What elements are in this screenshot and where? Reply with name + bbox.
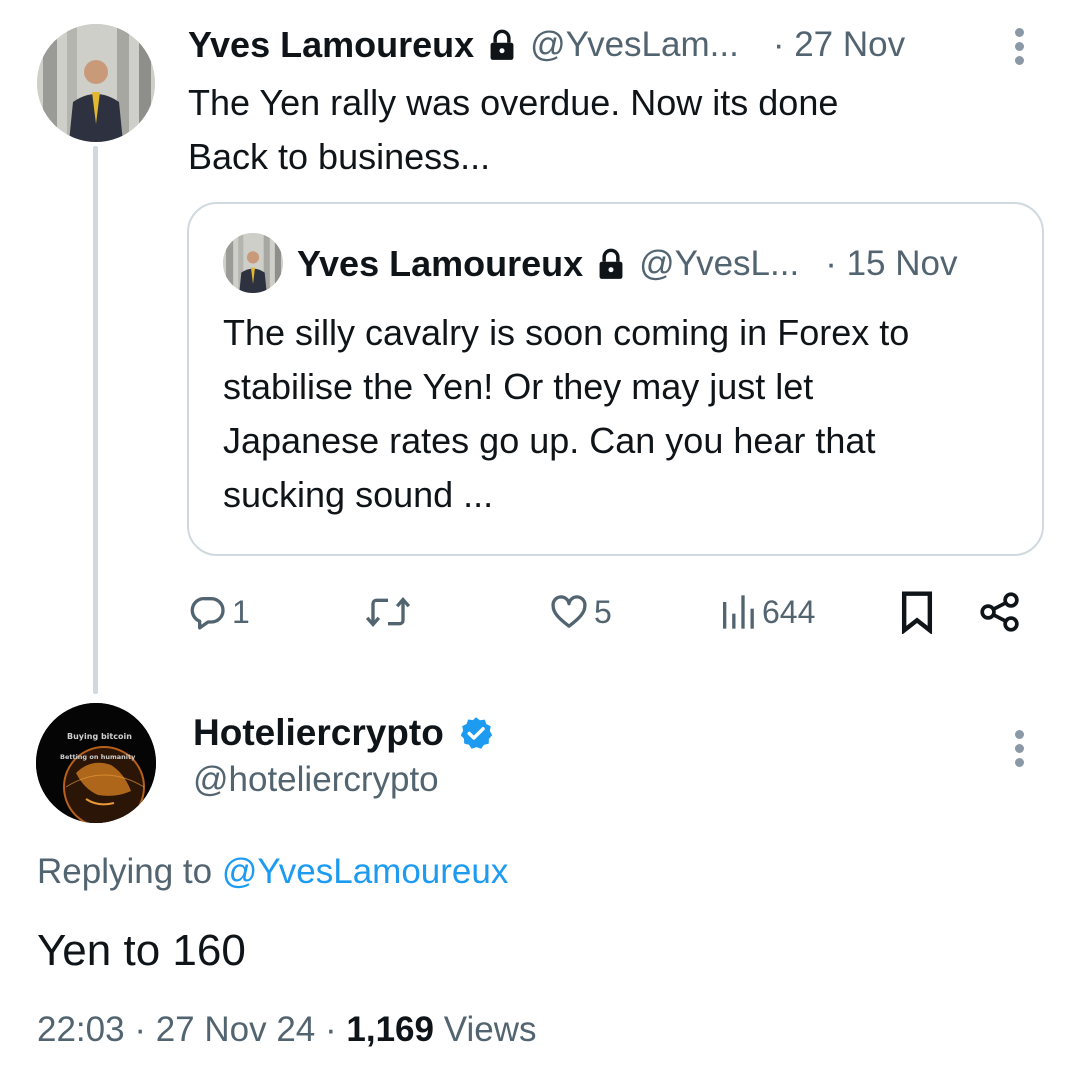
tweet-date[interactable]: 27 Nov 24	[156, 1010, 316, 1049]
bookmark-button[interactable]	[898, 580, 936, 644]
separator-dot: ·	[325, 1010, 347, 1049]
quoted-tweet-text: The silly cavalry is soon coming in Fore…	[223, 306, 1023, 522]
separator-dot: ·	[134, 1010, 156, 1049]
like-button[interactable]: 5	[548, 580, 612, 644]
avatar-photo	[223, 233, 283, 293]
reply-icon	[190, 597, 225, 630]
quoted-tweet-text-line: stabilise the Yen! Or they may just let	[223, 366, 814, 407]
parent-tweet-text: The Yen rally was overdue. Now its done …	[188, 76, 1028, 184]
share-button[interactable]	[978, 580, 1022, 644]
views-count: 644	[762, 593, 816, 630]
avatar-globe-image: Buying bitcoin Betting on humanity	[36, 703, 156, 823]
avatar-slogan-1: Buying bitcoin	[67, 732, 132, 741]
views-total: 1,169	[346, 1010, 434, 1049]
parent-tweet-date[interactable]: · 27 Nov	[773, 25, 905, 65]
bookmark-icon	[901, 591, 933, 634]
more-icon[interactable]	[1015, 28, 1025, 68]
parent-tweet-text-line: The Yen rally was overdue. Now its done	[188, 82, 839, 123]
tweet-time[interactable]: 22:03	[37, 1010, 125, 1049]
reply-author-name[interactable]: Hoteliercrypto	[193, 712, 444, 754]
quoted-author-avatar	[223, 233, 283, 293]
replying-to-handle-link[interactable]: @YvesLamoureux	[222, 852, 509, 891]
quoted-tweet-header: Yves Lamoureux @YvesL... · 15 Nov	[297, 243, 957, 285]
replying-to-line: Replying to @YvesLamoureux	[37, 852, 508, 892]
parent-author-avatar[interactable]	[37, 24, 155, 142]
reply-count: 1	[232, 593, 250, 630]
views-icon	[723, 595, 754, 629]
views-button[interactable]: 644	[718, 580, 815, 644]
quoted-tweet-text-line: The silly cavalry is soon coming in Fore…	[223, 312, 910, 353]
parent-author-name[interactable]: Yves Lamoureux	[188, 24, 474, 66]
reply-author-avatar[interactable]: Buying bitcoin Betting on humanity	[36, 703, 156, 823]
quoted-author-handle: @YvesL...	[639, 244, 800, 283]
replying-to-prefix: Replying to	[37, 852, 222, 891]
tweet-action-bar: 1 5 644	[0, 580, 1080, 644]
reply-tweet-text: Yen to 160	[37, 926, 246, 975]
avatar-slogan-2: Betting on humanity	[60, 753, 136, 761]
more-icon[interactable]	[1015, 730, 1025, 770]
parent-author-handle[interactable]: @YvesLam...	[530, 25, 739, 65]
verified-badge-icon	[460, 717, 493, 749]
lock-icon	[599, 248, 623, 279]
repost-button[interactable]	[364, 580, 416, 644]
parent-tweet-text-line: Back to business...	[188, 136, 491, 177]
share-icon	[980, 592, 1019, 632]
like-icon	[551, 595, 587, 628]
like-count: 5	[594, 593, 612, 630]
quoted-tweet-date: · 15 Nov	[825, 244, 958, 283]
quoted-tweet-text-line: sucking sound ...	[223, 474, 494, 515]
views-label: Views	[443, 1010, 537, 1049]
reply-author-name-row[interactable]: Hoteliercrypto	[193, 712, 494, 754]
reply-author-handle[interactable]: @hoteliercrypto	[193, 760, 439, 800]
tweet-metadata: 22:03 · 27 Nov 24 · 1,169 Views	[37, 1010, 536, 1050]
parent-tweet-header: Yves Lamoureux @YvesLam... · 27 Nov	[188, 24, 905, 66]
lock-icon	[490, 29, 514, 60]
quoted-tweet-text-line: Japanese rates go up. Can you hear that	[223, 420, 876, 461]
reply-button[interactable]: 1	[188, 580, 250, 644]
avatar-photo	[37, 24, 155, 142]
repost-icon	[365, 596, 411, 628]
quoted-author-name: Yves Lamoureux	[297, 243, 584, 284]
